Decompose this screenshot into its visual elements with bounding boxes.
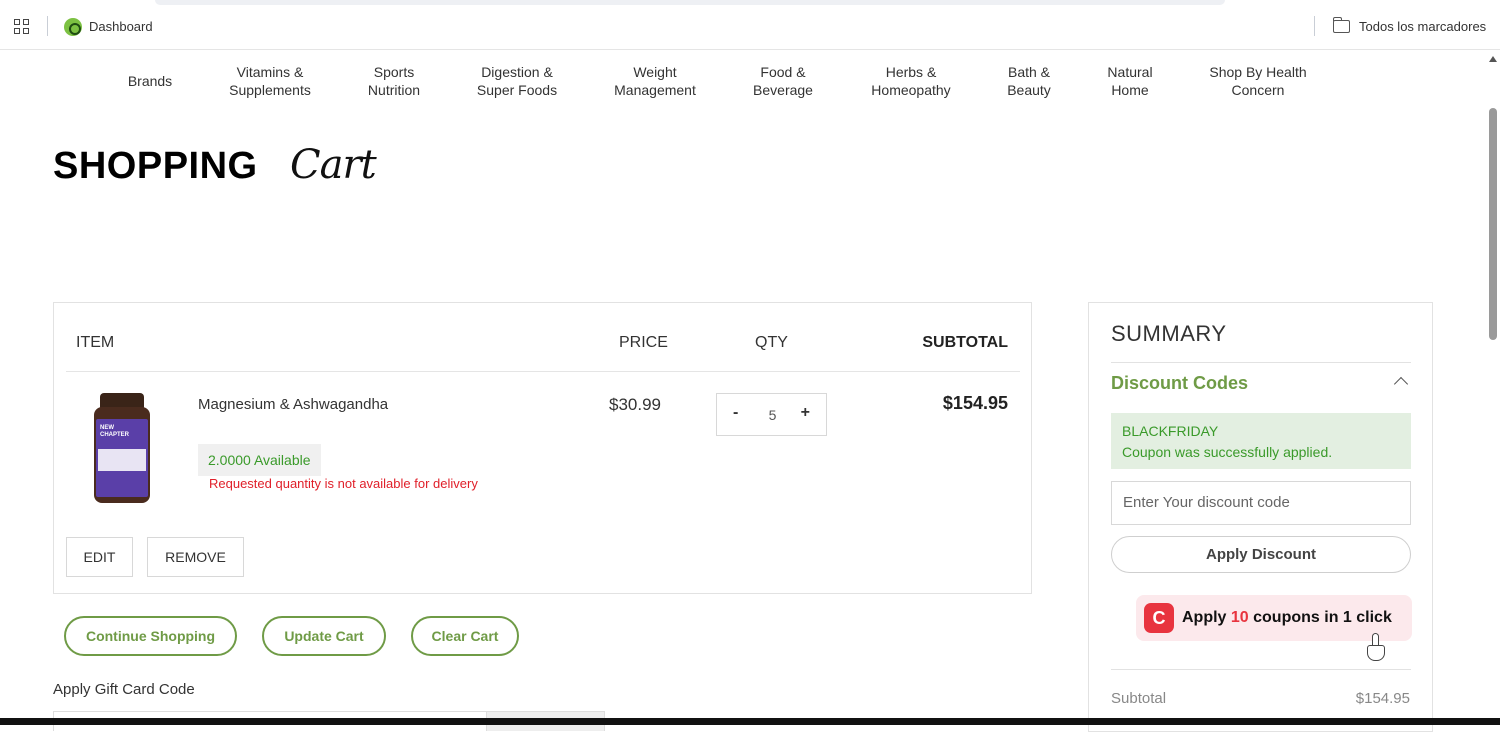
update-cart-button[interactable]: Update Cart: [262, 616, 386, 656]
line-subtotal: $154.95: [942, 393, 1008, 413]
all-bookmarks-button[interactable]: Todos los marcadores: [1359, 19, 1486, 34]
product-image[interactable]: NEW CHAPTER: [92, 393, 152, 503]
summary-divider: [1111, 669, 1411, 670]
qty-increase-button[interactable]: +: [801, 404, 810, 422]
main-nav: Brands Vitamins & Supplements Sports Nut…: [0, 63, 1480, 103]
header-item: ITEM: [76, 334, 115, 351]
discount-codes-toggle[interactable]: Discount Codes: [1111, 373, 1248, 394]
page-title-script: Cart: [290, 142, 377, 188]
summary-subtotal-value: $154.95: [1355, 690, 1410, 707]
scroll-up-arrow-icon[interactable]: [1489, 56, 1497, 62]
cart-table: ITEM PRICE QTY SUBTOTAL NEW CHAPTER Magn…: [53, 302, 1032, 594]
address-bar-edge: [155, 0, 1225, 5]
header-qty: QTY: [755, 334, 788, 351]
coupon-extension-text: Apply 10 coupons in 1 click: [1182, 609, 1392, 626]
bookmark-dashboard[interactable]: Dashboard: [89, 19, 153, 34]
coupon-success-text: Coupon was successfully applied.: [1122, 444, 1333, 460]
page-scrollbar[interactable]: [1486, 50, 1500, 718]
nav-item-bath[interactable]: Bath & Beauty: [1007, 63, 1051, 99]
quantity-stepper: - 5 +: [716, 393, 827, 436]
product-price: $30.99: [609, 395, 661, 414]
folder-icon: [1333, 17, 1350, 33]
discount-code-input[interactable]: Enter Your discount code: [1111, 481, 1411, 525]
coupon-logo-icon: C: [1144, 603, 1174, 633]
scrollbar-thumb[interactable]: [1489, 108, 1497, 340]
continue-shopping-button[interactable]: Continue Shopping: [64, 616, 237, 656]
availability-badge: 2.0000 Available: [198, 444, 321, 476]
header-subtotal: SUBTOTAL: [922, 334, 1008, 351]
nav-item-brands[interactable]: Brands: [128, 72, 172, 90]
summary-title: SUMMARY: [1111, 321, 1227, 346]
chevron-up-icon[interactable]: [1393, 376, 1409, 392]
window-bottom-edge: [0, 718, 1500, 725]
bookmarks-bar: Dashboard Todos los marcadores: [0, 0, 1500, 50]
product-name[interactable]: Magnesium & Ashwagandha: [198, 396, 388, 413]
summary-subtotal-label: Subtotal: [1111, 690, 1167, 707]
summary-divider: [1111, 362, 1411, 363]
nav-item-natural-home[interactable]: Natural Home: [1107, 63, 1152, 99]
pointer-hand-icon: [1365, 633, 1387, 661]
product-image-label: NEW CHAPTER: [100, 425, 130, 438]
nav-item-vitamins[interactable]: Vitamins & Supplements: [229, 63, 311, 99]
nav-item-health-concern[interactable]: Shop By Health Concern: [1209, 63, 1306, 99]
apply-discount-button[interactable]: Apply Discount: [1111, 536, 1411, 573]
header-divider: [66, 371, 1020, 372]
remove-button[interactable]: REMOVE: [147, 537, 244, 577]
qty-input[interactable]: 5: [717, 407, 828, 423]
coupon-success-message: BLACKFRIDAY Coupon was successfully appl…: [1111, 413, 1411, 469]
nav-item-digestion[interactable]: Digestion & Super Foods: [477, 63, 557, 99]
nav-item-weight[interactable]: Weight Management: [614, 63, 696, 99]
header-price: PRICE: [619, 334, 668, 351]
nav-item-sports-nutrition[interactable]: Sports Nutrition: [368, 63, 420, 99]
apps-grid-icon[interactable]: [14, 19, 30, 35]
edit-button[interactable]: EDIT: [66, 537, 133, 577]
applied-coupon-code: BLACKFRIDAY: [1122, 423, 1219, 439]
dashboard-favicon-icon: [64, 18, 82, 36]
clear-cart-button[interactable]: Clear Cart: [411, 616, 519, 656]
nav-item-food[interactable]: Food & Beverage: [753, 63, 813, 99]
nav-item-herbs[interactable]: Herbs & Homeopathy: [871, 63, 950, 99]
page-title: SHOPPING: [53, 145, 258, 187]
gift-card-label: Apply Gift Card Code: [53, 681, 195, 698]
availability-warning: Requested quantity is not available for …: [209, 476, 478, 491]
order-summary: SUMMARY Discount Codes BLACKFRIDAY Coupo…: [1088, 302, 1433, 732]
bookmarks-separator: [47, 16, 48, 36]
bookmarks-separator: [1314, 16, 1315, 36]
